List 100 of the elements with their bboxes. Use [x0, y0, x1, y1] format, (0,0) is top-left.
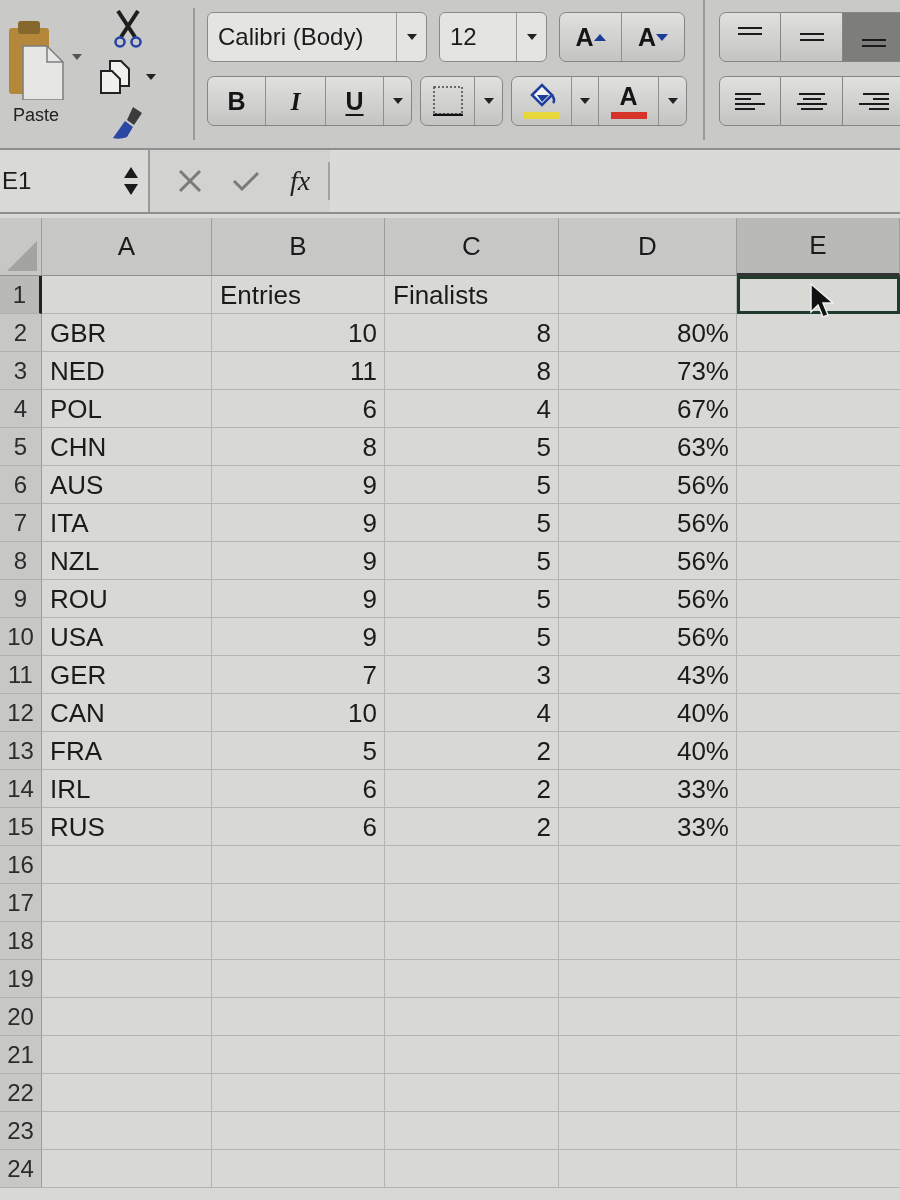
- cell-text: 6: [361, 810, 378, 844]
- align-middle-button[interactable]: [781, 12, 843, 62]
- font-name-field[interactable]: Calibri (Body): [207, 12, 427, 62]
- cell-text: POL: [49, 392, 104, 426]
- row-header[interactable]: 21: [0, 1036, 42, 1074]
- row-header[interactable]: 22: [0, 1074, 42, 1112]
- bold-button[interactable]: B: [208, 77, 266, 125]
- row-header[interactable]: 23: [0, 1112, 42, 1150]
- caret-icon: [483, 98, 494, 104]
- row-header[interactable]: 8: [0, 542, 42, 580]
- cell-text: AUS: [49, 468, 105, 502]
- cell-text: 7: [361, 658, 378, 692]
- cell-text: CHN: [49, 430, 108, 464]
- cancel-button[interactable]: [178, 169, 202, 193]
- cell-text: RUS: [49, 810, 106, 844]
- column-header[interactable]: B: [212, 218, 385, 276]
- align-top-button[interactable]: [719, 12, 781, 62]
- cell-text: 9: [361, 620, 378, 654]
- align-center-icon: [796, 92, 827, 110]
- shrink-font-button[interactable]: A: [622, 13, 684, 61]
- caret-icon: [406, 34, 417, 40]
- cell-text: 56%: [675, 468, 730, 502]
- cell-text: CAN: [49, 696, 106, 730]
- align-bottom-icon: [861, 39, 886, 47]
- scissors-icon: [113, 10, 143, 48]
- cell-text: 2: [535, 810, 552, 844]
- column-header[interactable]: D: [559, 218, 737, 276]
- row-header[interactable]: 24: [0, 1150, 42, 1188]
- cell-text: 4: [535, 392, 552, 426]
- column-header[interactable]: A: [42, 218, 212, 276]
- cell-text: ITA: [49, 506, 90, 540]
- cell-text: 8: [535, 354, 552, 388]
- checkmark-icon: [232, 170, 260, 192]
- cell-text: 5: [535, 506, 552, 540]
- cell-text: 67%: [675, 392, 730, 426]
- row-header[interactable]: 3: [0, 352, 42, 390]
- row-header[interactable]: 15: [0, 808, 42, 846]
- cell-text: NED: [49, 354, 106, 388]
- row-header[interactable]: 16: [0, 846, 42, 884]
- copy-dropdown-button[interactable]: [146, 74, 156, 80]
- row-header[interactable]: 2: [0, 314, 42, 352]
- enter-button[interactable]: [232, 170, 260, 192]
- cell-text: 56%: [675, 582, 730, 616]
- caret-icon: [580, 98, 590, 104]
- row-header[interactable]: 14: [0, 770, 42, 808]
- column-header[interactable]: E: [737, 218, 900, 276]
- up-triangle-icon: [593, 33, 606, 41]
- row-header[interactable]: 12: [0, 694, 42, 732]
- caret-icon: [667, 98, 678, 104]
- grow-font-button[interactable]: A: [560, 13, 622, 61]
- clipboard-icon: [7, 20, 65, 100]
- row-header[interactable]: 18: [0, 922, 42, 960]
- cell-text: 73%: [675, 354, 730, 388]
- cell-text: 2: [535, 734, 552, 768]
- row-header[interactable]: 13: [0, 732, 42, 770]
- font-size-field[interactable]: 12: [439, 12, 547, 62]
- row-header[interactable]: 1: [0, 276, 42, 314]
- italic-button[interactable]: I: [266, 77, 326, 125]
- insert-function-button[interactable]: fx: [290, 167, 311, 195]
- row-header[interactable]: 20: [0, 998, 42, 1036]
- cell-text: 6: [361, 392, 378, 426]
- down-triangle-icon: [656, 33, 669, 41]
- align-left-icon: [735, 92, 765, 110]
- cursor-icon: [810, 283, 834, 319]
- align-middle-icon: [799, 33, 824, 41]
- paste-dropdown-button[interactable]: [72, 54, 82, 60]
- row-header[interactable]: 7: [0, 504, 42, 542]
- cell-text: 5: [535, 430, 552, 464]
- cell-text: 33%: [675, 810, 730, 844]
- row-header[interactable]: 11: [0, 656, 42, 694]
- row-header[interactable]: 17: [0, 884, 42, 922]
- formula-input[interactable]: [330, 150, 900, 212]
- column-header[interactable]: C: [385, 218, 559, 276]
- paste-button[interactable]: Paste: [0, 20, 72, 124]
- align-bottom-button[interactable]: [843, 12, 900, 62]
- cell-text: NZL: [49, 544, 101, 578]
- cell-text: 80%: [675, 316, 730, 350]
- triangle-icon: [7, 241, 37, 271]
- cell-text: 40%: [675, 734, 730, 768]
- cell-text: FRA: [49, 734, 103, 768]
- cell-text: 9: [361, 468, 378, 502]
- name-box[interactable]: E1: [0, 150, 150, 212]
- cell-text: 8: [361, 430, 378, 464]
- row-header[interactable]: 6: [0, 466, 42, 504]
- cell-text: 5: [535, 582, 552, 616]
- caret-icon: [146, 74, 156, 80]
- underline-button[interactable]: U: [326, 77, 384, 125]
- copy-button[interactable]: [100, 60, 130, 94]
- row-header[interactable]: 10: [0, 618, 42, 656]
- row-header[interactable]: 9: [0, 580, 42, 618]
- row-header[interactable]: 19: [0, 960, 42, 998]
- align-left-button[interactable]: [719, 76, 781, 126]
- cell-text: 3: [535, 658, 552, 692]
- copy-icon: [100, 60, 130, 94]
- cell-text: 4: [535, 696, 552, 730]
- align-center-button[interactable]: [781, 76, 843, 126]
- row-header[interactable]: 4: [0, 390, 42, 428]
- cell-text: 9: [361, 582, 378, 616]
- row-header[interactable]: 5: [0, 428, 42, 466]
- align-right-button[interactable]: [843, 76, 900, 126]
